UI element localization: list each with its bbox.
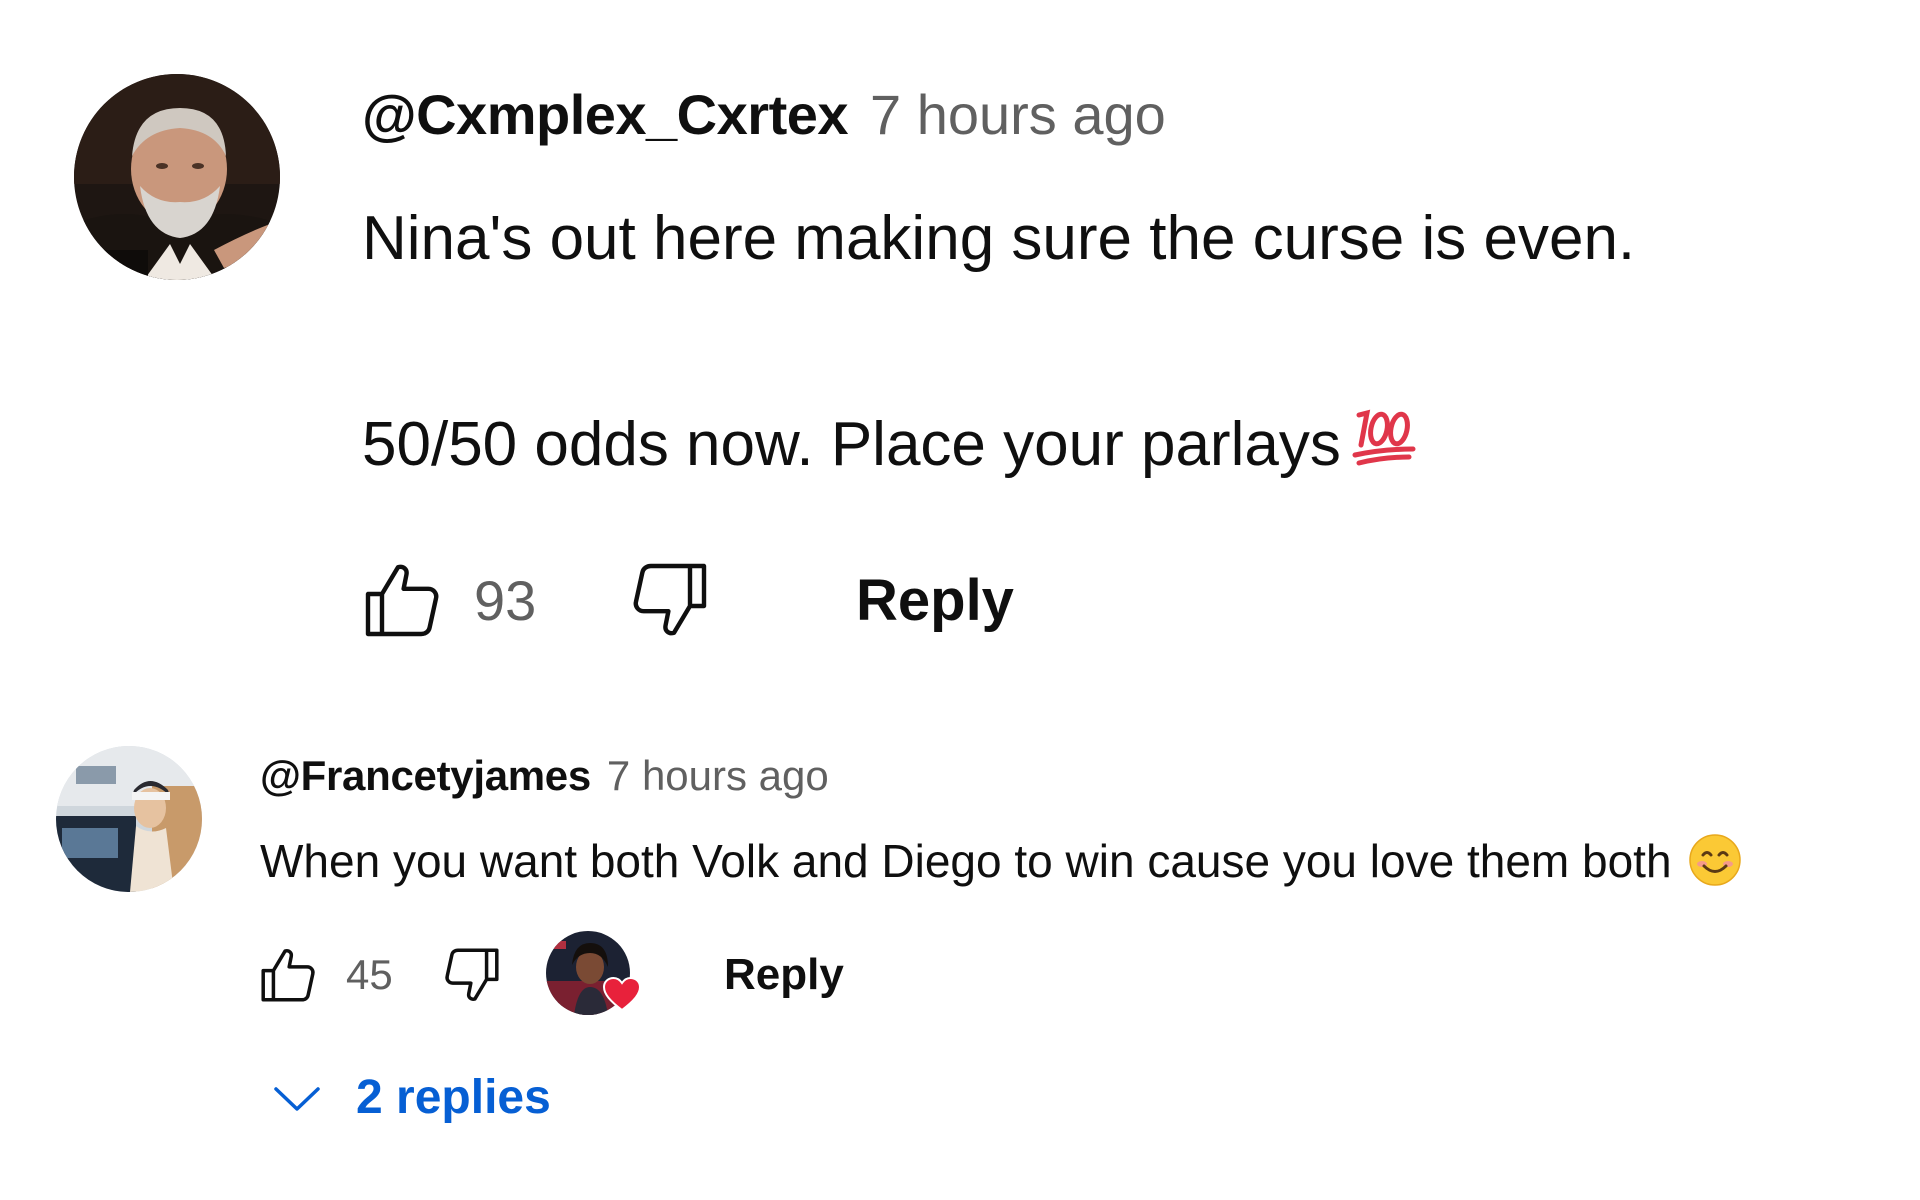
like-button[interactable]: [352, 550, 452, 650]
dislike-button[interactable]: [620, 550, 720, 650]
thumbs-up-icon: [365, 564, 439, 637]
thumbs-up-icon: [261, 949, 315, 1002]
heart-icon: [602, 976, 642, 1017]
comment-header: @Francetyjames 7 hours ago: [260, 752, 1900, 806]
like-count: 45: [346, 951, 393, 998]
comment-body: @Francetyjames 7 hours ago When you want…: [260, 752, 1900, 900]
replies-count-label: 2 replies: [356, 1071, 551, 1124]
avatar[interactable]: [74, 74, 280, 280]
comment-text-line-content: 50/50 odds now. Place your parlays: [362, 410, 1341, 479]
comment-text-content: When you want both Volk and Diego to win…: [260, 835, 1672, 887]
smiling-face-emoji-icon: [1688, 833, 1742, 900]
thumbs-down-icon: [445, 948, 499, 1001]
thumbs-down-icon: [633, 563, 707, 636]
comment-text-line: Nina's out here making sure the curse is…: [362, 204, 1636, 273]
hundred-points-emoji-icon: [1351, 405, 1417, 492]
like-count: 93: [474, 568, 537, 632]
avatar-image-man-gray-beard: [74, 74, 280, 280]
comment-body: @Cxmplex_Cxrtex 7 hours ago Nina's out h…: [362, 82, 1882, 492]
comment-header: @Cxmplex_Cxrtex 7 hours ago: [362, 82, 1882, 158]
comments-section: @Cxmplex_Cxrtex 7 hours ago Nina's out h…: [0, 0, 1920, 1200]
reply-button[interactable]: Reply: [856, 567, 1014, 634]
comment-author[interactable]: @Francetyjames: [260, 752, 591, 800]
like-button[interactable]: [252, 939, 324, 1011]
comment-actions: 93 Reply: [352, 550, 1014, 650]
avatar-image-pilot: [56, 746, 202, 892]
comment-actions: 45 Reply: [252, 930, 844, 1020]
creator-heart-badge[interactable]: [546, 931, 642, 1019]
comment-author[interactable]: @Cxmplex_Cxrtex: [362, 82, 849, 147]
comment-text: When you want both Volk and Diego to win…: [260, 832, 1900, 900]
avatar[interactable]: [56, 746, 202, 892]
view-replies-button[interactable]: 2 replies: [272, 1070, 551, 1125]
reply-button[interactable]: Reply: [724, 950, 844, 1000]
comment-text-line: 50/50 odds now. Place your parlays: [362, 404, 1882, 492]
comment-timestamp[interactable]: 7 hours ago: [607, 752, 829, 800]
comment-text: Nina's out here making sure the curse is…: [362, 198, 1882, 492]
dislike-button[interactable]: [436, 939, 508, 1011]
chevron-down-icon: [274, 1086, 320, 1111]
comment-timestamp[interactable]: 7 hours ago: [870, 82, 1166, 147]
